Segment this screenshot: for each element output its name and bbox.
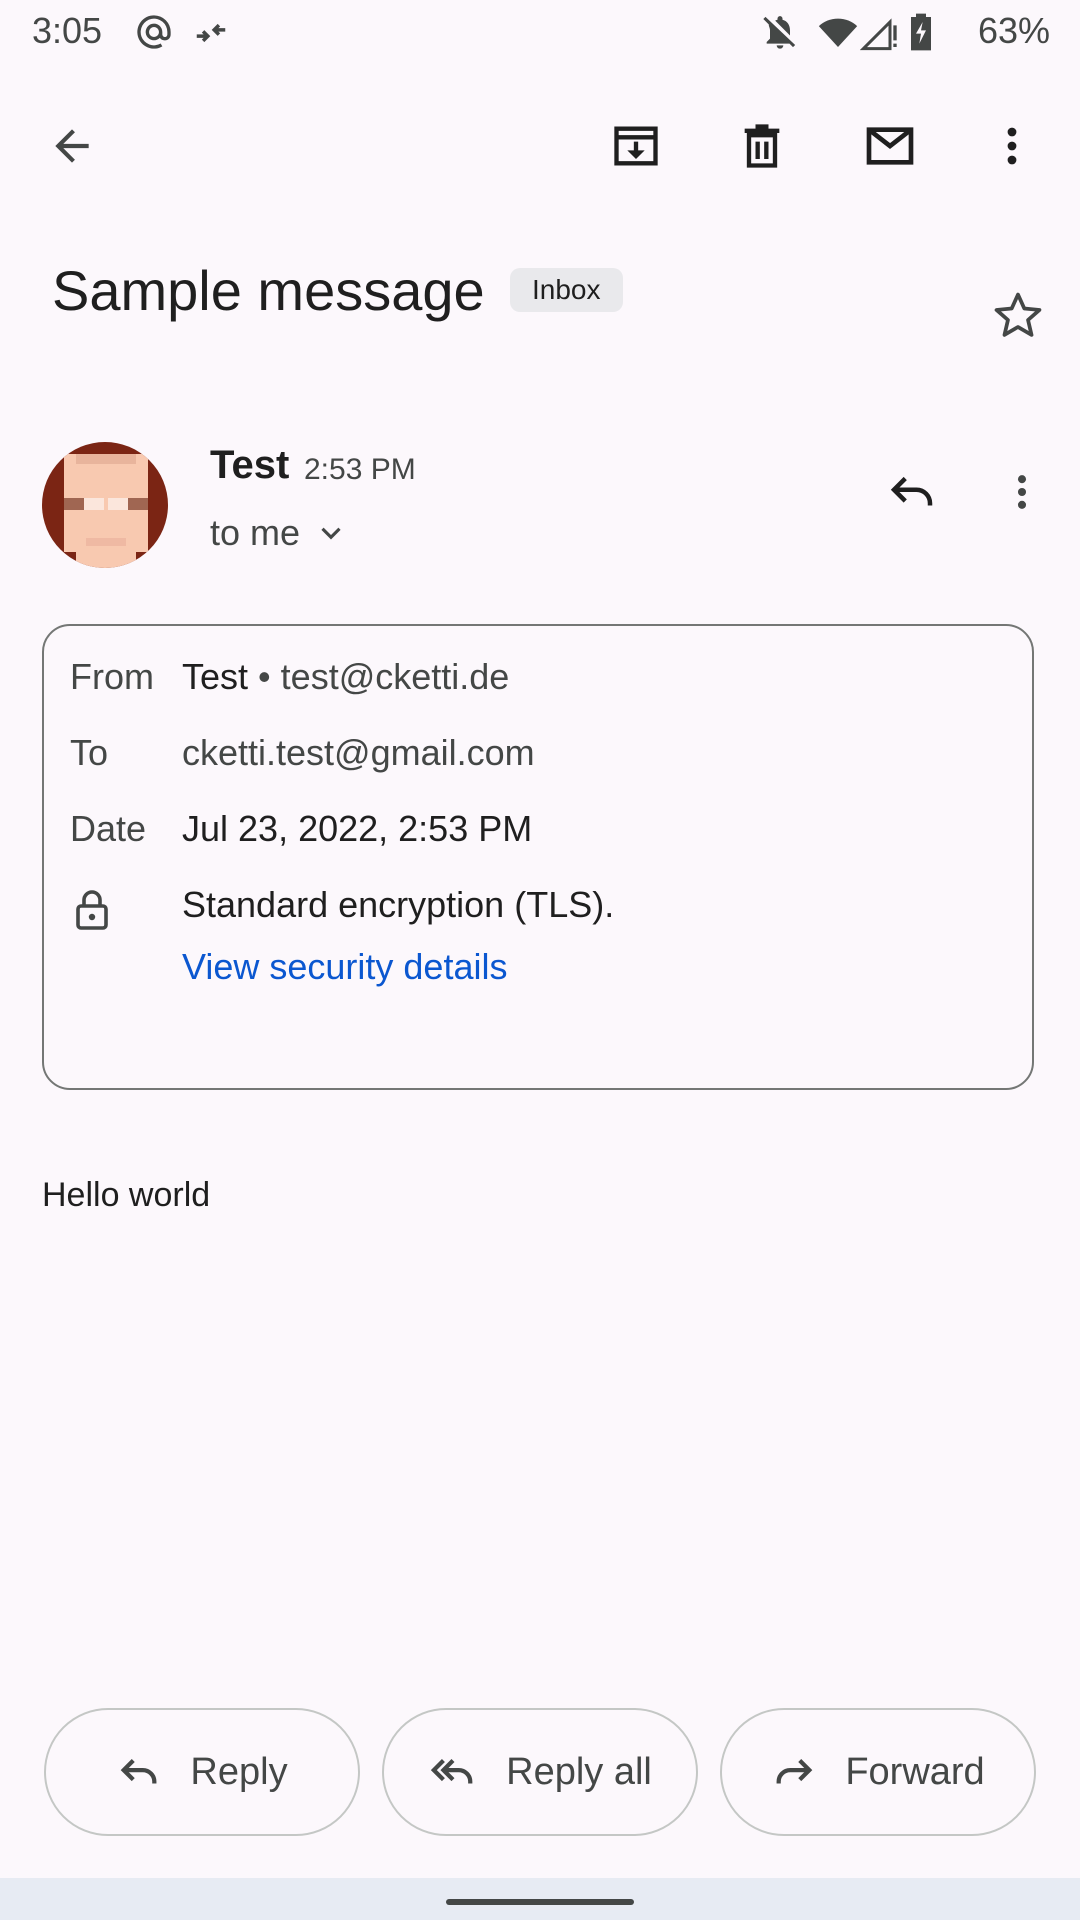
forward-button[interactable]: Forward	[720, 1708, 1036, 1836]
from-value: Test • test@cketti.de	[182, 656, 509, 698]
mark-unread-icon	[862, 118, 918, 174]
star-icon	[990, 288, 1046, 344]
battery-charging-icon	[906, 12, 936, 52]
message-more-button[interactable]	[986, 456, 1058, 528]
forward-label: Forward	[845, 1750, 985, 1793]
mark-unread-button[interactable]	[842, 98, 938, 194]
signal-icon	[860, 12, 900, 52]
chevron-down-icon	[314, 516, 348, 550]
from-label: From	[70, 656, 154, 697]
sender-name: Test	[210, 443, 290, 487]
lock-icon	[72, 888, 112, 932]
recipient-summary: to me	[210, 512, 301, 553]
at-icon	[134, 12, 174, 52]
message-details-card: From Test • test@cketti.de To cketti.tes…	[42, 624, 1034, 1090]
star-button[interactable]	[982, 280, 1054, 352]
from-email: test@cketti.de	[280, 656, 510, 697]
more-vert-icon	[988, 122, 1036, 170]
archive-button[interactable]	[588, 98, 684, 194]
wifi-icon	[818, 12, 858, 52]
data-saver-icon	[192, 14, 230, 52]
home-indicator[interactable]	[446, 1899, 634, 1905]
sender-avatar[interactable]	[42, 442, 168, 568]
status-bar: 3:05 63%	[0, 0, 1080, 64]
status-time: 3:05	[32, 10, 103, 51]
back-arrow-icon	[47, 121, 97, 171]
view-security-details-link[interactable]: View security details	[182, 946, 507, 988]
battery-percent: 63%	[977, 10, 1050, 51]
reply-all-icon	[428, 1749, 478, 1795]
from-name: Test	[182, 656, 249, 697]
forward-icon	[771, 1749, 817, 1795]
date-label: Date	[70, 808, 147, 849]
message-time: 2:53 PM	[304, 453, 416, 486]
to-value: cketti.test@gmail.com	[182, 732, 535, 773]
delete-button[interactable]	[714, 98, 810, 194]
from-separator: •	[258, 656, 271, 697]
delete-icon	[736, 120, 788, 172]
reply-all-button[interactable]: Reply all	[382, 1708, 698, 1836]
more-options-button[interactable]	[964, 98, 1060, 194]
reply-icon	[116, 1749, 162, 1795]
archive-icon	[610, 120, 662, 172]
pixel-face-icon	[64, 454, 148, 568]
more-vert-icon	[1000, 470, 1044, 514]
back-button[interactable]	[24, 98, 120, 194]
recipient-toggle[interactable]: to me	[210, 512, 348, 554]
message-body: Hello world	[42, 1176, 211, 1214]
email-subject: Sample message	[52, 259, 485, 322]
reply-label: Reply	[190, 1750, 288, 1793]
reply-all-label: Reply all	[506, 1750, 652, 1793]
inbox-label-chip[interactable]: Inbox	[510, 268, 623, 312]
notifications-off-icon	[760, 12, 800, 52]
encryption-text: Standard encryption (TLS).	[182, 884, 615, 925]
reply-icon-button[interactable]	[876, 456, 948, 528]
reply-icon	[885, 465, 939, 519]
date-value: Jul 23, 2022, 2:53 PM	[182, 808, 533, 849]
to-label: To	[70, 732, 109, 773]
reply-button[interactable]: Reply	[44, 1708, 360, 1836]
